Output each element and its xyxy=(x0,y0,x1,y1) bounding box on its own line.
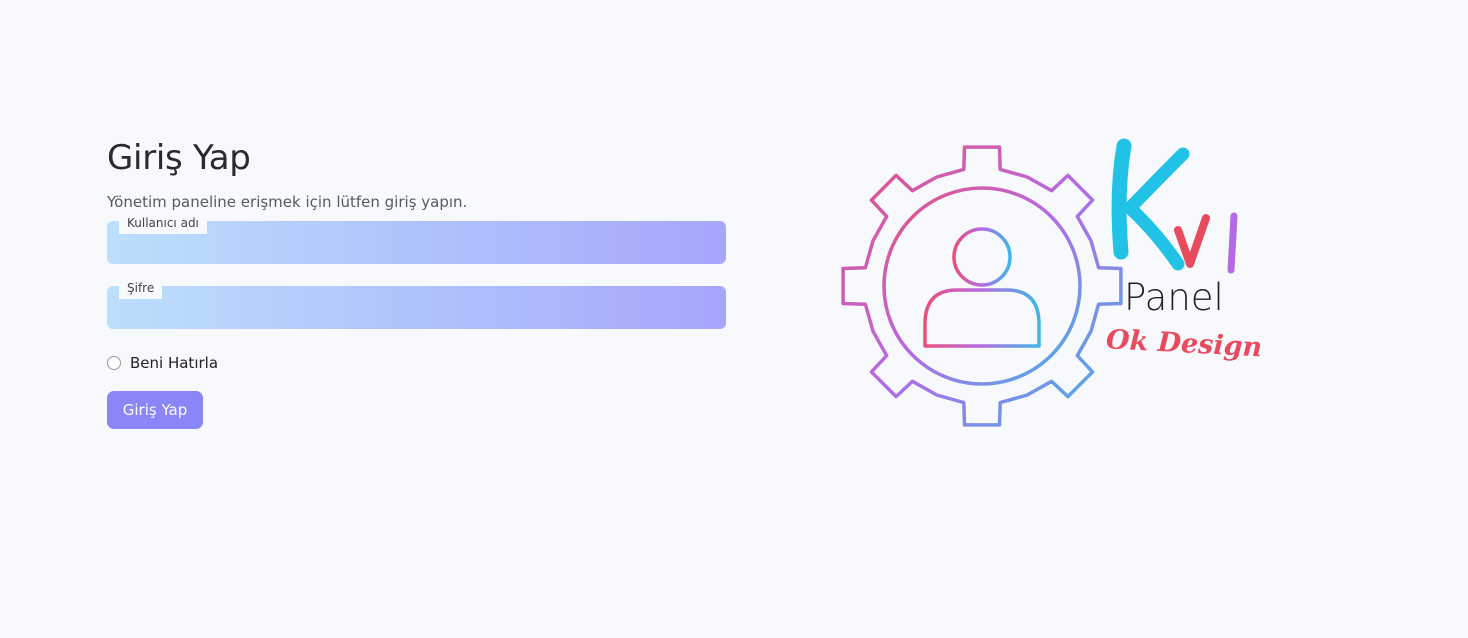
password-input[interactable] xyxy=(107,286,726,329)
remember-me-label[interactable]: Beni Hatırla xyxy=(130,354,218,372)
username-field-wrapper: Kullanıcı adı xyxy=(107,214,726,264)
remember-me[interactable]: Beni Hatırla xyxy=(107,354,727,372)
logo-k-text: K xyxy=(1134,257,1137,262)
logo-letter-vi xyxy=(1174,212,1238,274)
logo-graphic: K Panel Ok Design xyxy=(841,138,1263,427)
page-subtitle: Yönetim paneline erişmek için lütfen gir… xyxy=(107,193,468,211)
username-label: Kullanıcı adı xyxy=(119,214,207,234)
logo-letter-k xyxy=(1111,138,1190,271)
logo: K Panel Ok Design xyxy=(838,132,1278,432)
logo-tagline: Ok Design xyxy=(1105,324,1263,363)
login-form: Giriş Yap Yönetim paneline erişmek için … xyxy=(107,136,727,429)
password-label: Şifre xyxy=(119,279,163,299)
remember-me-radio[interactable] xyxy=(107,356,121,370)
login-page: Giriş Yap Yönetim paneline erişmek için … xyxy=(0,0,1468,638)
password-field-wrapper: Şifre xyxy=(107,279,726,329)
login-button[interactable]: Giriş Yap xyxy=(107,391,203,429)
logo-panel-text: Panel xyxy=(1124,276,1224,319)
user-icon xyxy=(923,227,1041,348)
page-title: Giriş Yap xyxy=(107,138,251,178)
